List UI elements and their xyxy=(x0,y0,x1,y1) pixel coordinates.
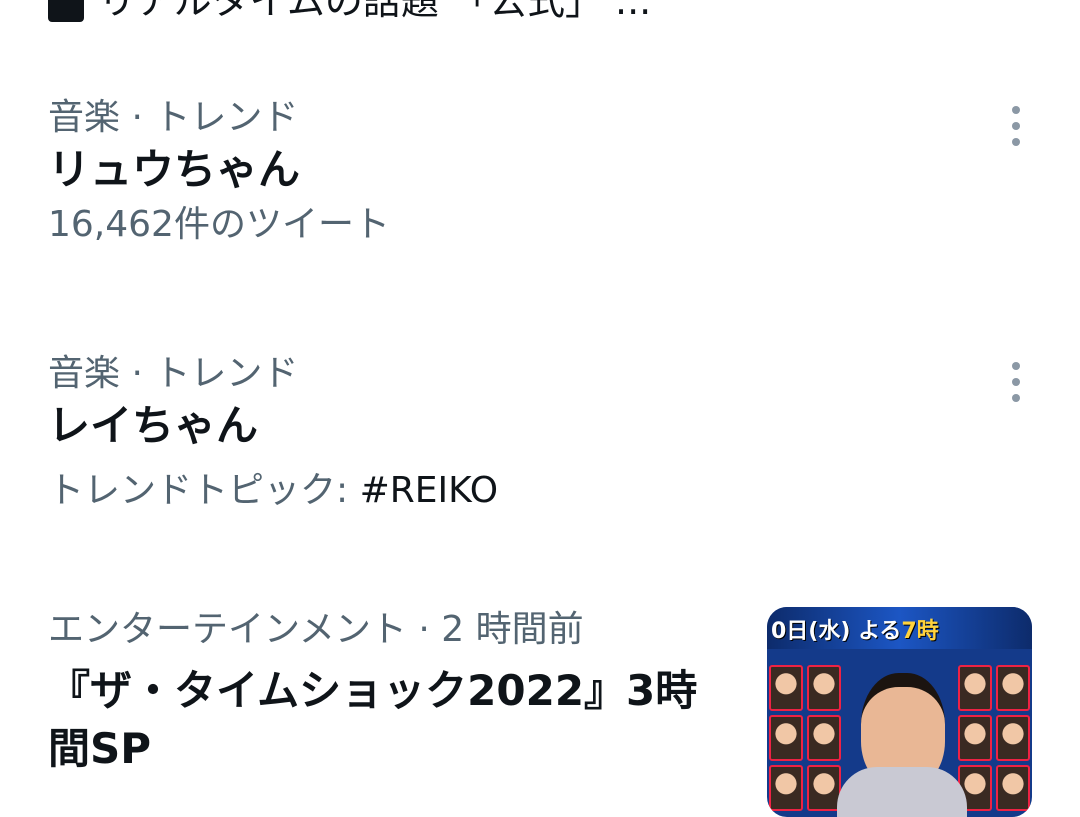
more-options-icon[interactable] xyxy=(994,104,1038,148)
trend-item[interactable]: 音楽 · トレンド リュウちゃん 16,462件のツイート xyxy=(48,96,1038,250)
clipped-previous-item: リアルタイムの話題 「公式」 ... xyxy=(48,0,1038,25)
trend-category: 音楽 · トレンド xyxy=(48,353,299,394)
thumbnail-caption: 0日(水) よる7時 xyxy=(771,619,939,644)
trend-title: レイちゃん xyxy=(48,401,259,450)
trend-tweet-count: 16,462件のツイート xyxy=(48,204,390,245)
article-icon xyxy=(48,0,84,22)
news-item[interactable]: エンターテインメント · 2 時間前 『ザ・タイムショック2022』3時 間SP xyxy=(48,608,748,778)
host-figure xyxy=(837,667,967,817)
more-options-icon[interactable] xyxy=(994,360,1038,404)
trend-category: 音楽 · トレンド xyxy=(48,97,299,138)
news-category: エンターテインメント · 2 時間前 xyxy=(48,609,584,650)
news-title: 『ザ・タイムショック2022』3時 間SP xyxy=(48,666,698,773)
trend-topic: トレンドトピック: #REIKO xyxy=(48,470,499,511)
trend-hashtag[interactable]: #REIKO xyxy=(360,470,499,511)
trend-title: リュウちゃん xyxy=(48,145,301,194)
trend-item[interactable]: 音楽 · トレンド レイちゃん トレンドトピック: #REIKO xyxy=(48,352,1038,516)
news-thumbnail[interactable]: 0日(水) よる7時 xyxy=(767,607,1032,817)
